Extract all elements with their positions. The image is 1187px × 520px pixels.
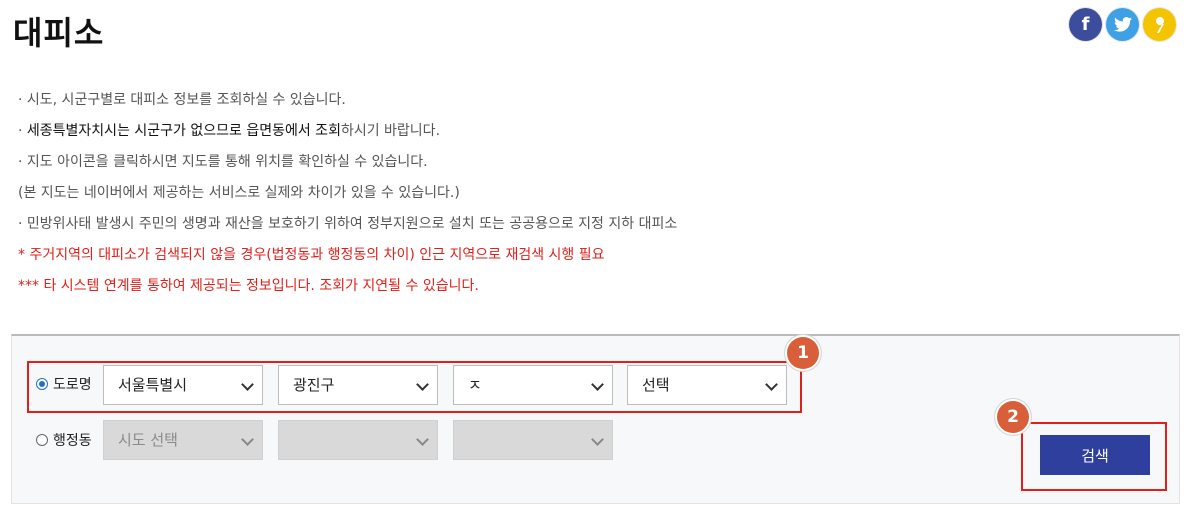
info-line: (본 지도는 네이버에서 제공하는 서비스로 실제와 차이가 있을 수 있습니다…	[18, 185, 460, 201]
kakaostory-icon[interactable]	[1143, 8, 1176, 41]
search-button[interactable]: 검색	[1040, 435, 1150, 475]
info-line: · 민방위사태 발생시 주민의 생명과 재산을 보호하기 위하여 정부지원으로 …	[18, 216, 678, 232]
info-line: · 지도 아이콘을 클릭하시면 지도를 통해 위치를 확인하실 수 있습니다.	[18, 154, 428, 170]
admin-sigungu-select[interactable]	[278, 420, 438, 460]
road-name-radio[interactable]: 도로명	[36, 374, 92, 394]
step-marker-1: 1	[787, 337, 819, 369]
info-line: · 시도, 시군구별로 대피소 정보를 조회하실 수 있습니다.	[18, 92, 346, 108]
info-line: · 세종특별자치시는 시군구가 없으므로 읍면동에서 조회하시기 바랍니다.	[18, 123, 441, 139]
admin-dong-select[interactable]	[453, 420, 613, 460]
road-street-select[interactable]: 선택	[627, 365, 787, 405]
warning-line: *** 타 시스템 연계를 통하여 제공되는 정보입니다. 조회가 지연될 수 …	[18, 278, 479, 294]
info-emphasis: 세종특별자치시는 시군구가 없으므로 읍면동에서 조회	[26, 123, 341, 139]
road-initial-select[interactable]: ㅈ	[453, 365, 613, 405]
chevron-down-icon	[416, 378, 429, 391]
twitter-icon[interactable]	[1106, 8, 1139, 41]
admin-sido-select[interactable]: 시도 선택	[103, 420, 263, 460]
radio-unchecked-icon[interactable]	[36, 434, 48, 446]
chevron-down-icon	[765, 378, 778, 391]
admin-dong-radio[interactable]: 행정동	[36, 430, 92, 450]
road-sido-select[interactable]: 서울특별시	[103, 365, 263, 405]
page-title: 대피소	[13, 14, 105, 52]
chevron-down-icon	[241, 433, 254, 446]
info-notes: · 시도, 시군구별로 대피소 정보를 조회하실 수 있습니다. · 세종특별자…	[18, 88, 677, 305]
facebook-icon[interactable]: f	[1069, 8, 1102, 41]
chevron-down-icon	[241, 378, 254, 391]
chevron-down-icon	[591, 433, 604, 446]
warning-line: * 주거지역의 대피소가 검색되지 않을 경우(법정동과 행정동의 차이) 인근…	[18, 247, 605, 263]
chevron-down-icon	[591, 378, 604, 391]
step-marker-2: 2	[997, 401, 1029, 433]
chevron-down-icon	[416, 433, 429, 446]
radio-checked-icon[interactable]	[36, 378, 48, 390]
road-sigungu-select[interactable]: 광진구	[278, 365, 438, 405]
